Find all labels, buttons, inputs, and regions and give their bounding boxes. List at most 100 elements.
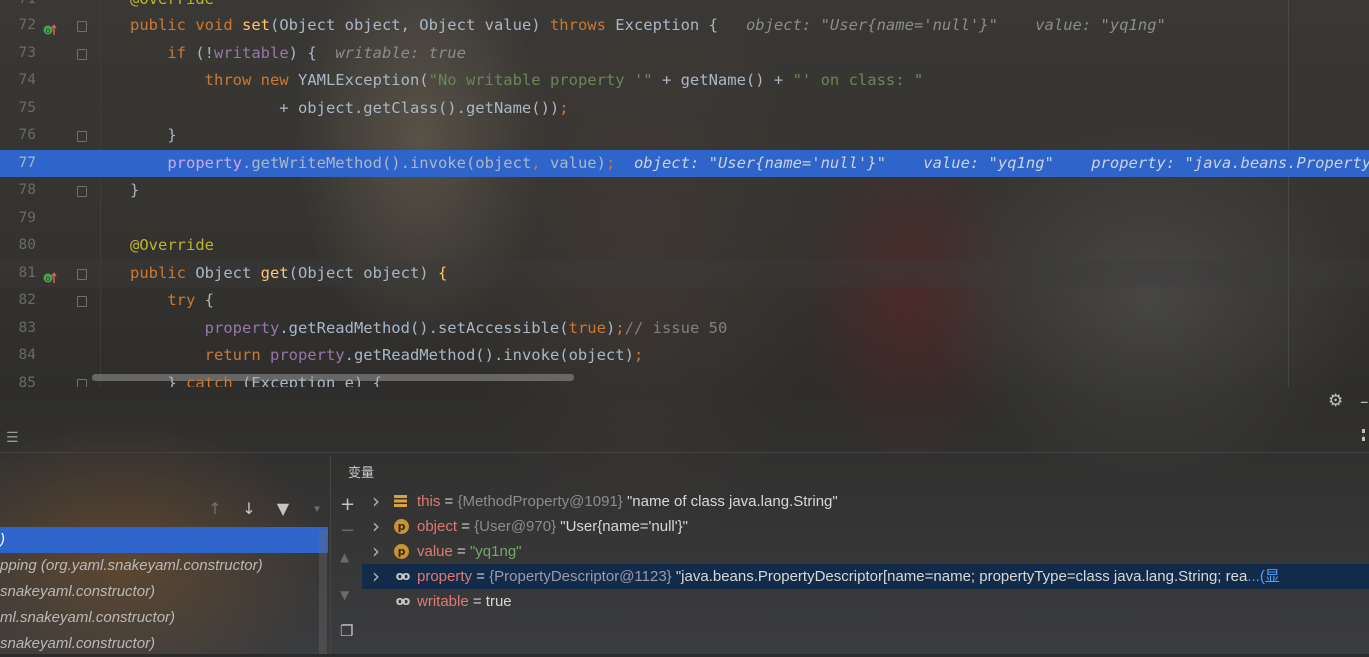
fold-marker-icon[interactable] [77,131,87,142]
code-token: "No writable property '" [428,71,653,89]
variable-row[interactable]: › oo property = {PropertyDescriptor@1123} … [362,564,1369,589]
code-line[interactable]: 84 return property.getReadMethod().invok… [0,342,1369,369]
code-token: value) [549,154,606,172]
stack-frame-item[interactable]: pping (org.yaml.snakeyaml.constructor) [0,553,328,579]
code-token: .getWriteMethod().invoke(object [241,154,532,172]
code-line[interactable]: 73 if (!writable) { writable: true [0,40,1369,67]
frames-scrollbar[interactable] [319,530,327,654]
code-line[interactable]: 81 o public Object get(Object object) { [0,260,1369,287]
code-token: "' on class: " [792,71,924,89]
override-up-arrow-icon[interactable]: o [43,267,57,283]
code-editor[interactable]: 71@Override72opublic void set(Object obj… [0,0,1369,387]
line-number[interactable]: 79 [0,205,36,232]
fold-marker-icon[interactable] [77,296,87,307]
copy-icon[interactable]: ❐ [340,622,353,640]
stack-frame-item[interactable]: ) [0,527,328,553]
fold-marker-icon[interactable] [77,49,87,60]
chevron-down-icon[interactable]: ▾ [307,502,327,515]
chevron-right-icon[interactable]: › [372,489,380,514]
line-number[interactable]: 83 [0,315,36,342]
frame-label: ml.snakeyaml.constructor) [0,609,176,626]
variable-name: property [417,568,473,585]
line-number[interactable]: 74 [0,67,36,94]
line-number[interactable]: 72 [0,12,36,39]
filter-icon[interactable]: ▼ [273,499,293,518]
code-line[interactable]: 78} [0,177,1369,204]
code-line[interactable]: 79 [0,205,1369,232]
line-number[interactable]: 75 [0,95,36,122]
inline-debug-value: writable: true [335,44,466,62]
line-number[interactable]: 82 [0,287,36,314]
code-token: ) [605,319,616,337]
code-line[interactable]: 76 } [0,122,1369,149]
code-line[interactable]: 72 o public void set(Object object, Object… [0,12,1369,39]
variable-text: object = {User@970} "User{name='null'}" [417,518,688,535]
minimize-icon[interactable]: – [1360,392,1369,412]
code-token: get [260,264,289,282]
frames-panel: ) pping (org.yaml.snakeyaml.constructor) s… [0,455,331,654]
line-number[interactable]: 85 [0,370,36,387]
code-line[interactable]: 75 + object.getClass().getName()); [0,95,1369,122]
stack-frame-item[interactable]: snakeyaml.constructor) [0,579,328,605]
line-number[interactable]: 76 [0,122,36,149]
line-number[interactable]: 84 [0,342,36,369]
code-token: ; [633,346,644,364]
view-more-link[interactable]: ...(显 [1247,568,1280,585]
remove-watch-icon[interactable]: − [340,520,355,541]
line-number[interactable]: 78 [0,177,36,204]
variable-row[interactable]: oo writable = true [362,589,1369,614]
variable-row[interactable]: › p value = "yq1ng" [362,539,1369,564]
variable-text: this = {MethodProperty@1091} "name of cl… [417,493,838,510]
arrow-up-icon[interactable]: ↑ [205,499,225,518]
variable-row[interactable]: › p object = {User@970} "User{name='null'}… [362,514,1369,539]
stack-frame-item[interactable]: ml.snakeyaml.constructor) [0,605,328,631]
code-token: property [204,319,280,337]
frame-label: snakeyaml.constructor) [0,635,156,652]
move-up-icon[interactable]: ▲ [340,550,349,564]
add-watch-icon[interactable]: + [340,494,355,515]
code-line[interactable]: 85 } catch (Exception e) { [0,370,1369,387]
layout-settings-icon[interactable]: ☰ [6,430,19,446]
gear-icon[interactable]: ⚙ [1328,392,1346,410]
variable-row[interactable]: › this = {MethodProperty@1091} "name of c… [362,489,1369,514]
code-text: property.getReadMethod().setAccessible(t… [130,315,728,342]
line-number[interactable]: 77 [0,150,36,177]
inline-debug-value: object: "User{name='null'}" value: "yq1n… [745,16,1166,34]
line-number[interactable]: 81 [0,260,36,287]
override-up-arrow-icon[interactable]: o [43,19,57,35]
code-token: .getReadMethod().invoke(object) [344,346,634,364]
code-token: , [531,154,550,172]
code-token: .getReadMethod().setAccessible( [279,319,569,337]
chevron-right-icon[interactable]: › [372,564,380,589]
fold-marker-icon[interactable] [77,379,87,387]
variable-value: "name of class java.lang.String" [626,493,838,510]
arrow-down-icon[interactable]: ↓ [239,499,259,518]
code-token: public void [130,16,242,34]
code-token: set [241,16,270,34]
fold-marker-icon[interactable] [77,186,87,197]
code-line[interactable]: 74 throw new YAMLException("No writable … [0,67,1369,94]
code-token: } [130,126,177,144]
fold-marker-icon[interactable] [77,21,87,32]
line-number[interactable]: 73 [0,40,36,67]
code-token: YAMLException( [297,71,429,89]
code-token: (Object object) [288,264,438,282]
code-token: (Exception e) { [242,374,382,387]
variable-text: value = "yq1ng" [417,543,522,560]
code-token: + getName() + [652,71,793,89]
stack-frame-item[interactable]: snakeyaml.constructor) [0,631,328,657]
variable-text: writable = true [417,593,512,610]
more-options-icon[interactable] [1362,429,1369,441]
move-down-icon[interactable]: ▼ [340,588,349,602]
fold-marker-icon[interactable] [77,269,87,280]
code-line[interactable]: 80 @Override [0,232,1369,259]
code-line[interactable]: 77 property.getWriteMethod().invoke(obje… [0,150,1369,177]
code-line[interactable]: 82 try { [0,287,1369,314]
code-line[interactable]: 83 property.getReadMethod().setAccessibl… [0,315,1369,342]
chevron-right-icon[interactable]: › [372,539,380,564]
line-number[interactable]: 80 [0,232,36,259]
code-token: public [130,264,196,282]
code-token: try [167,291,205,309]
chevron-right-icon[interactable]: › [372,514,380,539]
